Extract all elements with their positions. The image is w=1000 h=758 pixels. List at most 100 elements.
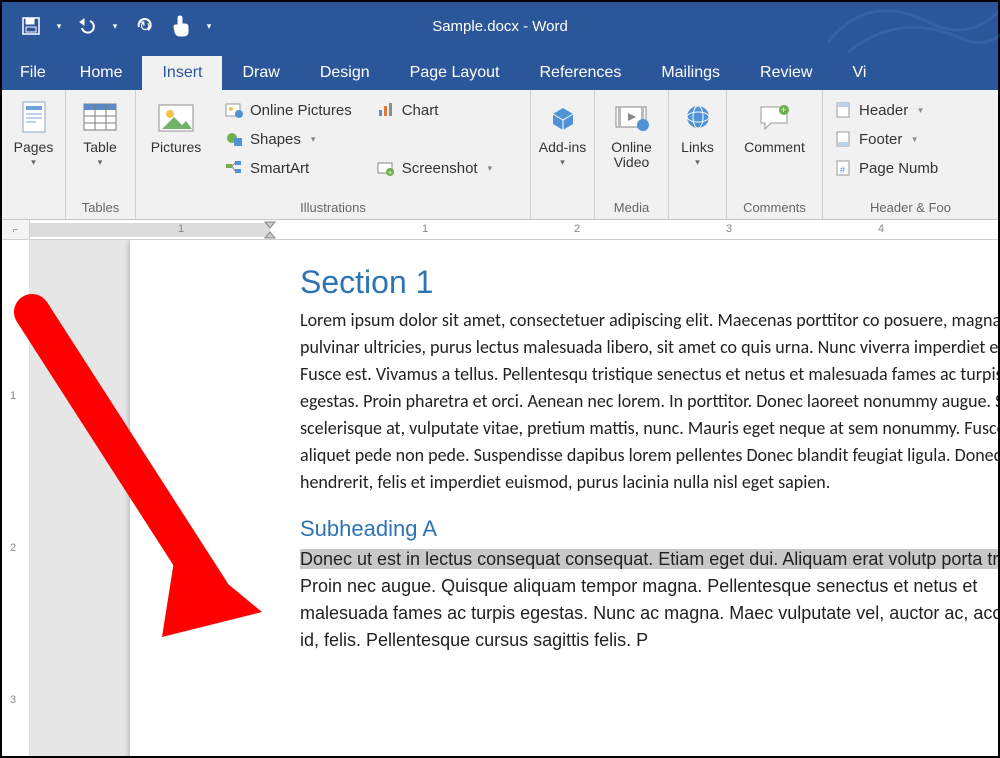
ruler-num: 2: [574, 223, 580, 235]
table-button[interactable]: Table ▾: [70, 94, 130, 172]
ruler-horizontal[interactable]: ⌐ 1 1 2 3 4: [2, 220, 998, 240]
paragraph[interactable]: Donec ut est in lectus consequat consequ…: [300, 546, 998, 654]
footer-label: Footer: [859, 131, 902, 148]
group-label-comments: Comments: [731, 198, 818, 219]
links-icon: [678, 98, 718, 138]
page-pane[interactable]: Section 1 Lorem ipsum dolor sit amet, co…: [30, 240, 998, 756]
qat-customize-icon[interactable]: ▾: [52, 11, 66, 41]
smartart-icon: [224, 158, 244, 178]
shapes-icon: [224, 129, 244, 149]
chevron-down-icon: ▾: [695, 157, 700, 168]
tab-file[interactable]: File: [6, 56, 60, 90]
online-video-button[interactable]: Online Video: [599, 94, 664, 173]
chevron-down-icon: ▾: [31, 157, 36, 168]
tab-insert[interactable]: Insert: [142, 56, 222, 90]
footer-button[interactable]: Footer: [827, 125, 944, 153]
chevron-down-icon: ▾: [98, 157, 103, 168]
ribbon-tabs: File Home Insert Draw Design Page Layout…: [2, 50, 998, 90]
touch-dropdown-icon[interactable]: ▾: [202, 11, 216, 41]
selected-text[interactable]: Donec ut est in lectus consequat consequ…: [300, 549, 998, 569]
quick-access-toolbar: ▾ ▾ ↻ ▾: [10, 11, 216, 41]
undo-icon[interactable]: [70, 11, 104, 41]
save-icon[interactable]: [14, 11, 48, 41]
screenshot-label: Screenshot: [402, 160, 478, 177]
group-label-addins: [535, 198, 590, 219]
heading-2[interactable]: Subheading A: [300, 516, 998, 542]
group-label-media: Media: [599, 198, 664, 219]
pictures-button[interactable]: Pictures: [140, 94, 212, 159]
rulerv-num: 2: [10, 542, 16, 554]
group-label-header-footer: Header & Foo: [827, 198, 994, 219]
tab-view[interactable]: Vi: [832, 56, 886, 90]
indent-marker-icon[interactable]: [264, 221, 276, 239]
pages-button[interactable]: Pages ▾: [6, 94, 61, 172]
online-pictures-label: Online Pictures: [250, 102, 352, 119]
tab-review[interactable]: Review: [740, 56, 832, 90]
table-icon: [80, 98, 120, 138]
document-page[interactable]: Section 1 Lorem ipsum dolor sit amet, co…: [130, 240, 998, 756]
page-number-label: Page Numb: [859, 160, 938, 177]
header-icon: [833, 100, 853, 120]
tab-page-layout[interactable]: Page Layout: [390, 56, 520, 90]
tab-design[interactable]: Design: [300, 56, 390, 90]
comment-button[interactable]: + Comment: [731, 94, 818, 159]
ruler-num: 3: [726, 223, 732, 235]
page-number-icon: #: [833, 158, 853, 178]
ruler-vertical[interactable]: 1 2 3: [2, 240, 30, 756]
footer-icon: [833, 129, 853, 149]
svg-text:#: #: [840, 165, 845, 175]
addins-button[interactable]: Add-ins ▾: [535, 94, 590, 172]
smartart-button[interactable]: SmartArt: [218, 154, 358, 182]
comment-label: Comment: [744, 140, 805, 155]
group-links: Links ▾: [669, 90, 727, 219]
paragraph-text[interactable]: Proin nec augue. Quisque aliquam tempor …: [300, 576, 998, 650]
group-comments: + Comment Comments: [727, 90, 823, 219]
undo-dropdown-icon[interactable]: ▾: [108, 11, 122, 41]
chart-icon: [376, 100, 396, 120]
online-video-label: Online Video: [601, 140, 662, 169]
tab-draw[interactable]: Draw: [222, 56, 299, 90]
screenshot-icon: +: [376, 158, 396, 178]
tab-mailings[interactable]: Mailings: [641, 56, 740, 90]
pictures-icon: [156, 98, 196, 138]
group-label-links: [673, 198, 722, 219]
smartart-label: SmartArt: [250, 160, 309, 177]
group-illustrations: Pictures Online Pictures Shapes SmartArt: [136, 90, 531, 219]
comment-icon: +: [755, 98, 795, 138]
group-label-tables: Tables: [70, 198, 131, 219]
ribbon: Pages ▾ Table ▾ Tables Pictures: [2, 90, 998, 220]
group-label-illustrations: Illustrations: [140, 198, 526, 219]
screenshot-button[interactable]: + Screenshot: [370, 154, 498, 182]
rulerv-num: 1: [10, 390, 16, 402]
chevron-down-icon: ▾: [560, 157, 565, 168]
heading-1[interactable]: Section 1: [300, 264, 998, 301]
addins-label: Add-ins: [539, 140, 586, 155]
header-label: Header: [859, 102, 908, 119]
pages-icon: [14, 98, 54, 138]
online-pictures-button[interactable]: Online Pictures: [218, 96, 358, 124]
header-button[interactable]: Header: [827, 96, 944, 124]
group-tables: Table ▾ Tables: [66, 90, 136, 219]
chart-label: Chart: [402, 102, 439, 119]
online-pictures-icon: [224, 100, 244, 120]
online-video-icon: [612, 98, 652, 138]
group-label-pages: [6, 198, 61, 219]
redo-icon[interactable]: ↻: [126, 11, 160, 41]
table-label: Table: [83, 140, 116, 155]
links-label: Links: [681, 140, 714, 155]
group-header-footer: Header Footer # Page Numb Header & Foo: [823, 90, 998, 219]
page-number-button[interactable]: # Page Numb: [827, 154, 944, 182]
app-title: Sample.docx - Word: [432, 18, 568, 35]
ruler-num: 1: [178, 223, 184, 235]
pages-label: Pages: [14, 140, 54, 155]
touch-mode-icon[interactable]: [164, 11, 198, 41]
chart-button[interactable]: Chart: [370, 96, 498, 124]
shapes-button[interactable]: Shapes: [218, 125, 358, 153]
tab-references[interactable]: References: [520, 56, 642, 90]
pictures-label: Pictures: [151, 140, 202, 155]
ruler-corner[interactable]: ⌐: [2, 220, 30, 240]
paragraph[interactable]: Lorem ipsum dolor sit amet, consectetuer…: [300, 307, 998, 496]
links-button[interactable]: Links ▾: [673, 94, 722, 172]
group-addins: Add-ins ▾: [531, 90, 595, 219]
tab-home[interactable]: Home: [60, 56, 143, 90]
